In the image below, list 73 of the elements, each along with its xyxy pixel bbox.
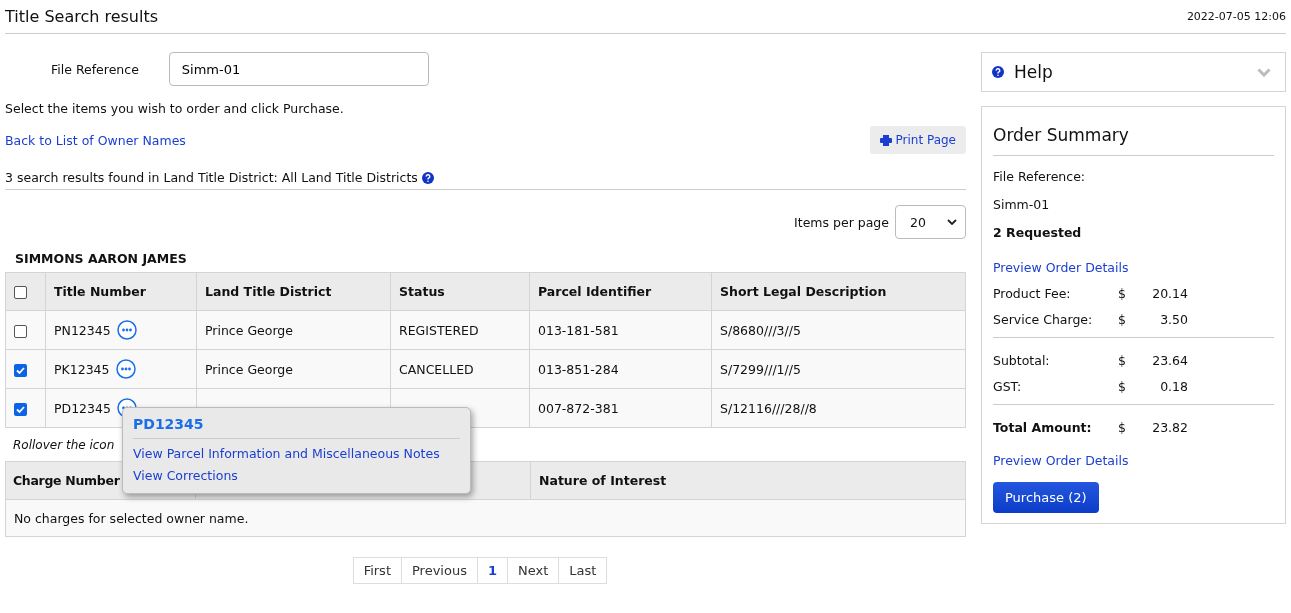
page-button[interactable]: First [352, 557, 402, 584]
checkbox[interactable] [14, 402, 27, 416]
more-options-icon[interactable] [115, 359, 136, 379]
column-header: Land Title District [196, 272, 391, 311]
popup-title: PD12345 [133, 416, 460, 439]
requested-count: 2 Requested [993, 225, 1082, 240]
preview-link[interactable]: Preview Order Details [993, 260, 1129, 275]
more-options-icon[interactable] [116, 320, 137, 340]
file-reference-field[interactable]: Simm-01 [168, 52, 429, 86]
summary-value: Simm-01 [993, 197, 1050, 212]
fee-amount: 23.64 [1151, 353, 1188, 368]
checkbox[interactable] [14, 286, 27, 299]
popup-link[interactable]: View Corrections [133, 468, 460, 483]
column-header: Parcel Identifier [529, 272, 712, 311]
fee-label: Product Fee: [993, 286, 1072, 301]
items-per-page-select[interactable]: 20 [895, 205, 966, 239]
back-link[interactable]: Back to List of Owner Names [5, 132, 186, 148]
total-label: Total Amount: [993, 420, 1093, 435]
instruction-text: Select the items you wish to order and click Purchase. [5, 101, 344, 116]
popup-link[interactable]: View Parcel Information and Miscellaneous Notes [133, 446, 460, 461]
caret-icon [947, 219, 957, 225]
checkbox[interactable] [14, 324, 27, 338]
table-cell: CANCELLED [399, 361, 474, 377]
fee-amount: 0.18 [1159, 379, 1188, 394]
owner-name: SIMMONS AARON JAMES [15, 251, 188, 266]
date-time: 2022-07-05 12:06 [1186, 10, 1286, 23]
column-header: Status [390, 272, 530, 311]
fee-label: Subtotal: [993, 353, 1051, 368]
column-header: Short Legal Description [711, 272, 966, 311]
table-cell: 013-181-581 [538, 322, 619, 338]
field-label: File Reference [51, 61, 139, 77]
fee-label: GST: [993, 379, 1023, 394]
currency-sign: $ [1118, 420, 1127, 435]
fee-label: Service Charge: [993, 312, 1094, 327]
page-button[interactable]: 1 [476, 557, 508, 584]
fee-amount: 3.50 [1159, 312, 1188, 327]
summary-label: File Reference: [993, 169, 1086, 184]
table-cell: 013-851-284 [538, 361, 619, 377]
title-number: PD12345 [54, 400, 111, 416]
column-header: Title Number [45, 272, 197, 311]
help-icon[interactable] [992, 66, 1004, 78]
checkbox[interactable] [14, 363, 27, 377]
rollover-note: Rollover the icon [13, 438, 116, 452]
table-cell: S/12116///28//8 [720, 400, 817, 416]
table-cell: Prince George [205, 361, 293, 377]
empty-message: No charges for selected owner name. [14, 510, 249, 526]
currency-sign: $ [1118, 353, 1127, 368]
currency-sign: $ [1118, 312, 1127, 327]
page-button[interactable]: Previous [401, 557, 478, 584]
table-cell: S/7299///1//5 [720, 361, 801, 377]
table-cell: REGISTERED [399, 322, 479, 338]
page-button[interactable]: Next [507, 557, 560, 584]
preview-link[interactable]: Preview Order Details [993, 453, 1129, 468]
currency-sign: $ [1118, 286, 1127, 301]
help-icon[interactable] [421, 171, 434, 184]
title-number: PK12345 [54, 361, 110, 377]
print-button[interactable]: Print Page [869, 126, 966, 154]
page-button[interactable]: Last [558, 557, 608, 584]
title-number: PN12345 [54, 322, 111, 338]
page-title: Title Search results [5, 7, 159, 26]
table-cell: S/8680///3//5 [720, 322, 801, 338]
table-cell: 007-872-381 [538, 400, 619, 416]
total-amount: 23.82 [1151, 420, 1188, 435]
currency-sign: $ [1118, 379, 1127, 394]
column-header: Nature of Interest [539, 473, 667, 488]
results-summary: 3 search results found in Land Title District: All Land Title Districts [5, 170, 418, 185]
help-title[interactable]: Help [1014, 62, 1247, 82]
purchase-button[interactable]: Purchase (2) [993, 482, 1099, 513]
table-cell: Prince George [205, 322, 293, 338]
panel-title: Order Summary [993, 117, 1274, 156]
fee-amount: 20.14 [1151, 286, 1188, 301]
column-header: Charge Number [13, 473, 120, 488]
items-per-page-label: Items per page [794, 214, 889, 230]
